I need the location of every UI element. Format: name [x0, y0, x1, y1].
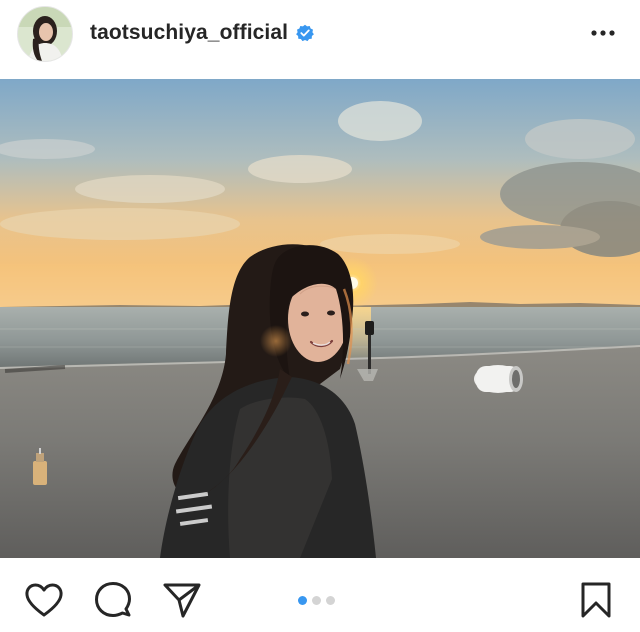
verified-badge-icon	[296, 24, 314, 42]
paper-plane-icon	[163, 583, 201, 618]
comment-icon	[95, 582, 131, 617]
carousel-dot	[312, 596, 321, 605]
avatar[interactable]	[17, 6, 73, 62]
heart-icon	[25, 583, 63, 617]
comment-button[interactable]	[93, 580, 133, 620]
carousel-dot-active	[298, 596, 307, 605]
avatar-image	[18, 7, 72, 61]
username[interactable]: taotsuchiya_official	[90, 21, 288, 45]
post-actions-bar	[0, 558, 640, 632]
beach-sunset-photo	[0, 79, 640, 558]
share-button[interactable]	[162, 580, 202, 620]
bookmark-icon	[581, 582, 611, 618]
carousel-dot	[326, 596, 335, 605]
save-button[interactable]	[576, 580, 616, 620]
more-options-icon	[591, 30, 615, 36]
carousel-indicator	[298, 596, 335, 605]
post-image[interactable]	[0, 79, 640, 558]
more-options-button[interactable]	[588, 22, 618, 44]
post-header: taotsuchiya_official	[0, 0, 640, 78]
username-row: taotsuchiya_official	[90, 18, 314, 48]
like-button[interactable]	[24, 580, 64, 620]
